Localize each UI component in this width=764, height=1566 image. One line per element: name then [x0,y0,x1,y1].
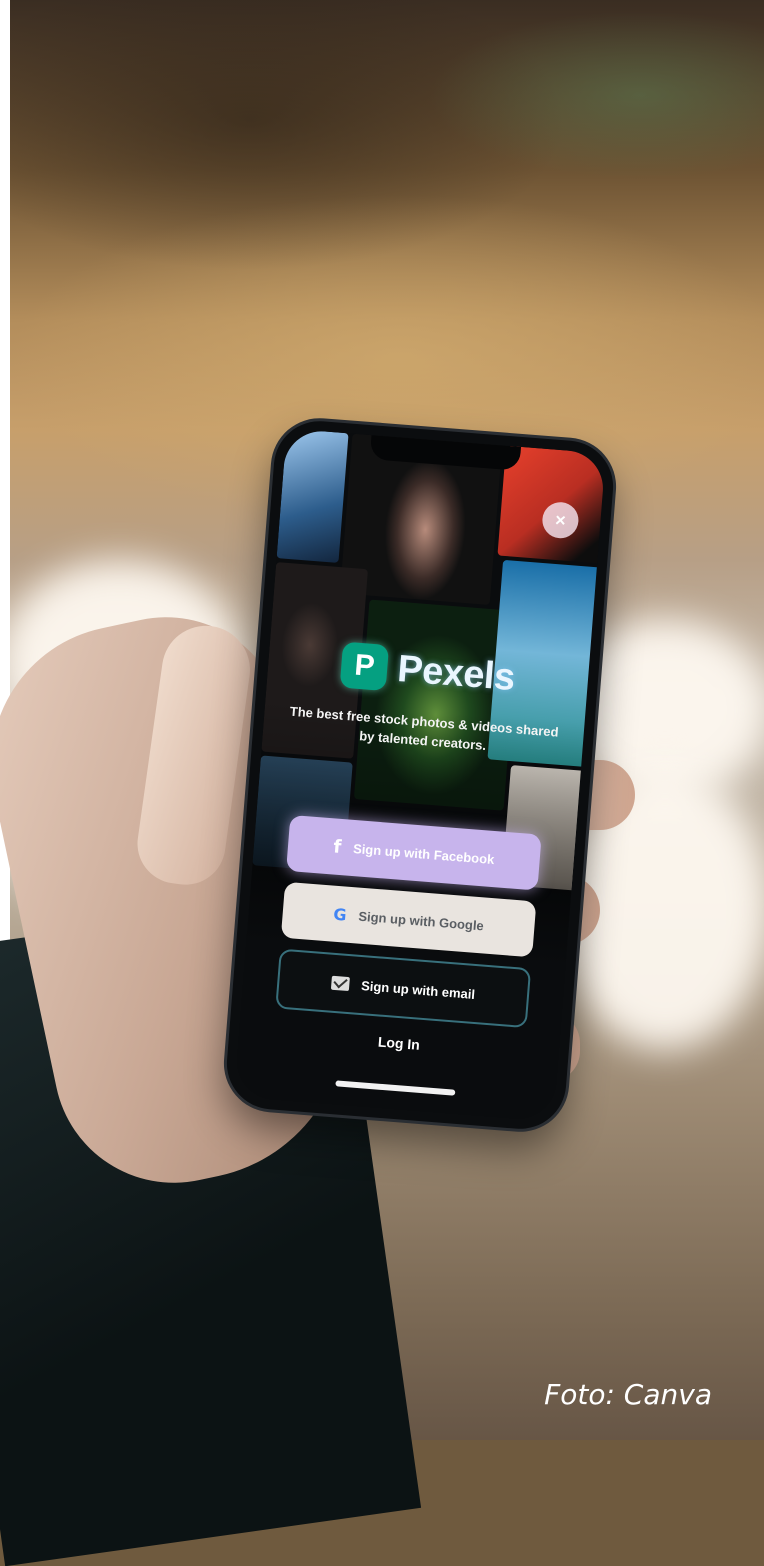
google-icon: G [332,904,348,925]
signup-email-label: Sign up with email [360,977,476,1002]
logo-letter: P [353,648,376,684]
facebook-icon: f [332,835,343,858]
pexels-logo-icon: P [339,641,390,692]
phone: × P Pexels The best free stock photos & … [223,417,617,1133]
signup-facebook-label: Sign up with Facebook [352,840,495,867]
close-icon: × [554,509,567,531]
brand-name: Pexels [395,647,517,699]
photo-credit: Foto: Canva [544,1378,712,1411]
phone-screen: × P Pexels The best free stock photos & … [234,428,606,1122]
mail-icon [330,975,350,992]
signup-google-label: Sign up with Google [357,908,485,933]
collage-photo [276,428,349,563]
